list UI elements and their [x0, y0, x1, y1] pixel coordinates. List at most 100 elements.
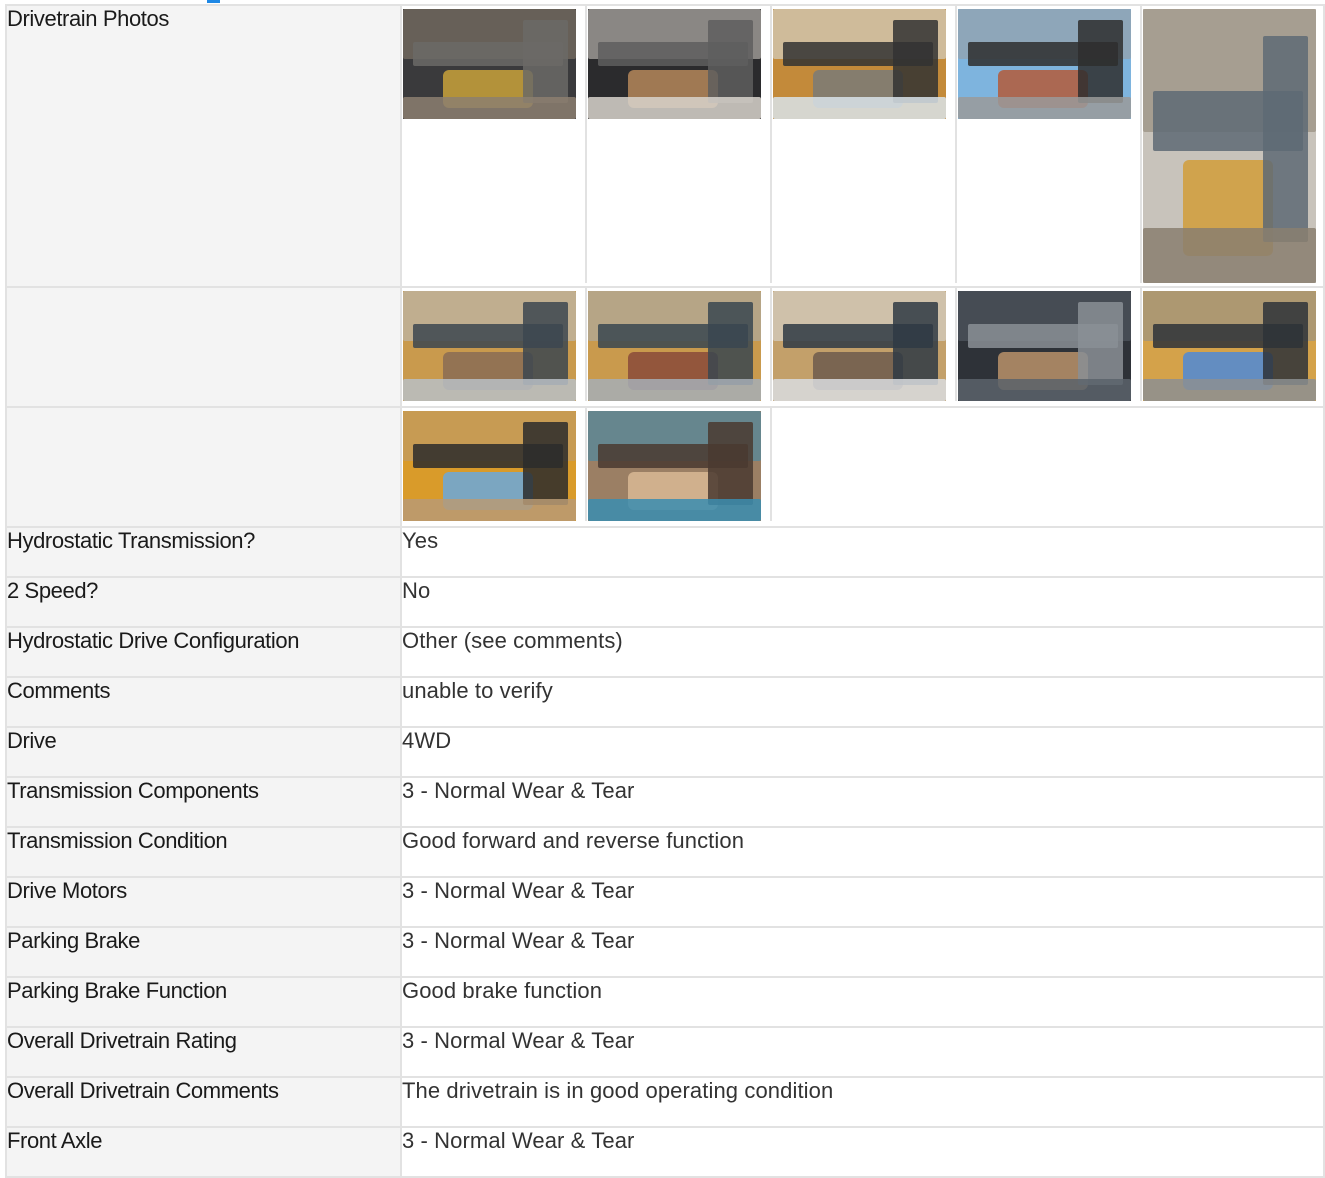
photo-shape: [893, 302, 938, 385]
photo-shape: [893, 20, 938, 103]
photo-shape: [403, 379, 576, 401]
photo-shape: [773, 379, 946, 401]
table-row: Comments unable to verify: [5, 676, 1325, 728]
row-value: 3 - Normal Wear & Tear: [400, 776, 1325, 828]
drivetrain-photo-2[interactable]: [588, 9, 761, 119]
photo-cell: [957, 288, 1142, 401]
photo-shape: [403, 97, 576, 119]
photo-row-cells: [400, 406, 1325, 528]
table-row: Parking Brake 3 - Normal Wear & Tear: [5, 926, 1325, 978]
row-value: 3 - Normal Wear & Tear: [400, 1026, 1325, 1078]
row-label: Transmission Components: [5, 776, 402, 828]
photo-shape: [523, 20, 568, 103]
photo-cell: [957, 6, 1142, 283]
photo-shape: [588, 379, 761, 401]
row-value: Other (see comments): [400, 626, 1325, 678]
photo-shape: [958, 97, 1131, 119]
drivetrain-photo-9[interactable]: [958, 291, 1131, 401]
row-label: 2 Speed?: [5, 576, 402, 628]
photo-shape: [958, 379, 1131, 401]
photo-shape: [1263, 302, 1308, 385]
drivetrain-photo-11[interactable]: [403, 411, 576, 521]
photo-cell: [402, 408, 587, 521]
row-value: No: [400, 576, 1325, 628]
photo-cell: [1142, 288, 1325, 401]
row-label: Overall Drivetrain Rating: [5, 1026, 402, 1078]
photo-cell: [772, 288, 957, 401]
row-value: 3 - Normal Wear & Tear: [400, 876, 1325, 928]
row-value: 4WD: [400, 726, 1325, 778]
row-value: 3 - Normal Wear & Tear: [400, 926, 1325, 978]
table-row: Hydrostatic Transmission? Yes: [5, 526, 1325, 578]
row-value: The drivetrain is in good operating cond…: [400, 1076, 1325, 1128]
photo-row: Drivetrain Photos: [5, 4, 1325, 288]
photo-shape: [1143, 228, 1316, 283]
drivetrain-photos-label: Drivetrain Photos: [5, 4, 402, 288]
table-row: Overall Drivetrain Comments The drivetrai…: [5, 1076, 1325, 1128]
photo-row: [5, 406, 1325, 528]
drivetrain-photo-8[interactable]: [773, 291, 946, 401]
photo-grid: [402, 408, 1323, 521]
photo-shape: [588, 97, 761, 119]
photo-cell: [587, 408, 772, 521]
photo-cell: [587, 6, 772, 283]
table-row: Parking Brake Function Good brake functio…: [5, 976, 1325, 1028]
table-row: Hydrostatic Drive Configuration Other (se…: [5, 626, 1325, 678]
row-label: Hydrostatic Transmission?: [5, 526, 402, 578]
table-row: Transmission Components 3 - Normal Wear &…: [5, 776, 1325, 828]
photo-shape: [1263, 36, 1308, 242]
section-heading-accent: [207, 0, 220, 3]
row-value: Good brake function: [400, 976, 1325, 1028]
photo-shape: [708, 302, 753, 385]
photo-shape: [523, 422, 568, 505]
table-row: 2 Speed? No: [5, 576, 1325, 628]
drivetrain-photo-12[interactable]: [588, 411, 761, 521]
photo-shape: [588, 499, 761, 521]
photo-grid: [402, 288, 1323, 401]
drivetrain-photo-7[interactable]: [588, 291, 761, 401]
photo-row-cells: [400, 286, 1325, 408]
photo-shape: [403, 499, 576, 521]
table-row: Front Axle 3 - Normal Wear & Tear: [5, 1126, 1325, 1178]
photo-row-cells: [400, 4, 1325, 288]
row-label: Overall Drivetrain Comments: [5, 1076, 402, 1128]
row-label: Drive Motors: [5, 876, 402, 928]
photo-shape: [708, 422, 753, 505]
photo-shape: [773, 97, 946, 119]
table-row: Overall Drivetrain Rating 3 - Normal Wear…: [5, 1026, 1325, 1078]
drivetrain-photo-10[interactable]: [1143, 291, 1316, 401]
table-row: Drive Motors 3 - Normal Wear & Tear: [5, 876, 1325, 928]
row-label: Front Axle: [5, 1126, 402, 1178]
row-label: Parking Brake: [5, 926, 402, 978]
row-label: Transmission Condition: [5, 826, 402, 878]
row-label: Comments: [5, 676, 402, 728]
row-label: Parking Brake Function: [5, 976, 402, 1028]
drivetrain-photo-5[interactable]: [1143, 9, 1316, 283]
photo-cell: [402, 6, 587, 283]
drivetrain-photo-1[interactable]: [403, 9, 576, 119]
row-value: unable to verify: [400, 676, 1325, 728]
row-label: Drive: [5, 726, 402, 778]
photo-shape: [523, 302, 568, 385]
drivetrain-photo-6[interactable]: [403, 291, 576, 401]
photo-cell: [772, 408, 957, 521]
drivetrain-photo-4[interactable]: [958, 9, 1131, 119]
photo-row-label-empty: [5, 286, 402, 408]
row-label: Hydrostatic Drive Configuration: [5, 626, 402, 678]
photo-grid: [402, 6, 1323, 283]
photo-shape: [1143, 379, 1316, 401]
row-value: 3 - Normal Wear & Tear: [400, 1126, 1325, 1178]
photo-cell: [587, 288, 772, 401]
table-row: Transmission Condition Good forward and r…: [5, 826, 1325, 878]
table-row: Drive 4WD: [5, 726, 1325, 778]
photo-shape: [1078, 302, 1123, 385]
photo-cell: [402, 288, 587, 401]
photo-shape: [1078, 20, 1123, 103]
drivetrain-inspection-table: Drivetrain Photos Hydrostatic Transmissi…: [5, 4, 1325, 1178]
drivetrain-photo-3[interactable]: [773, 9, 946, 119]
photo-cell: [1142, 6, 1325, 283]
photo-row: [5, 286, 1325, 408]
row-value: Good forward and reverse function: [400, 826, 1325, 878]
photo-shape: [708, 20, 753, 103]
row-value: Yes: [400, 526, 1325, 578]
